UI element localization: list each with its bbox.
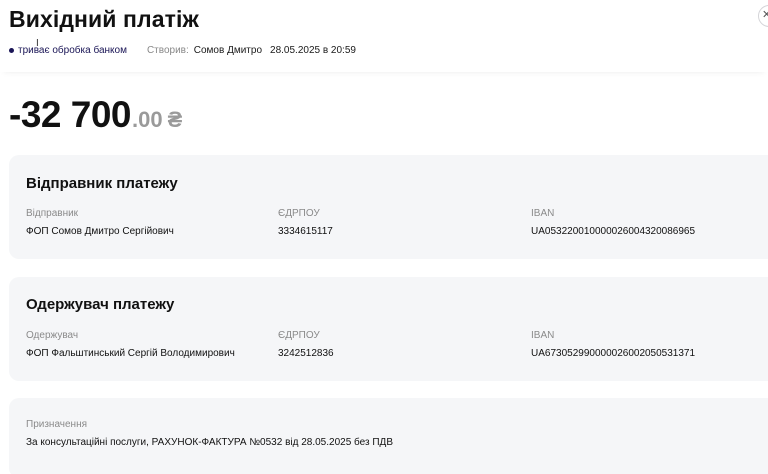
recipient-edrpou: 3242512836 [278,348,334,359]
status-dot-icon [9,47,14,53]
sender-iban: UA053220010000026004320086965 [531,226,696,237]
sender-iban-label: IBAN [531,208,555,219]
purpose-card: Призначення За консультаційні послуги, Р… [9,398,768,474]
sender-name: ФОП Сомов Дмитро Сергійович [26,226,174,237]
sender-edrpou: 3334615117 [278,226,333,237]
created-by-label: Створив: [146,44,189,56]
currency-symbol: ₴ [167,107,183,132]
sender-card: Відправник платежу Відправник ФОП Сомов … [9,155,768,259]
sender-card-title: Відправник платежу [26,175,178,192]
page-header: Вихідний платіж ✕ триває обробка банком … [0,0,768,72]
recipient-card: Одержувач платежу Одержувач ФОП Фальштин… [9,277,768,381]
recipient-edrpou-label: ЄДРПОУ [278,330,320,341]
purpose-text: За консультаційні послуги, РАХУНОК-ФАКТУ… [26,437,393,448]
recipient-card-title: Одержувач платежу [26,296,175,313]
amount-cents: .00 [132,107,163,132]
close-button[interactable]: ✕ [758,5,768,27]
close-icon: ✕ [762,9,768,21]
recipient-iban-label: IBAN [531,330,555,341]
purpose-label: Призначення [26,419,88,430]
status-badge: триває обробка банком [18,44,127,56]
recipient-iban: UA673052990000026002050531371 [531,348,696,359]
recipient-name: ФОП Фальштинський Сергій Володимирович [26,348,235,359]
payment-meta: триває обробка банком Створив: Сомов Дми… [9,43,356,57]
created-by-name: Сомов Дмитро [193,44,263,56]
text-cursor-icon: I [36,38,39,49]
payment-amount: -32 700 .00 ₴ [9,94,182,136]
created-date: 28.05.2025 в 20:59 [270,44,356,56]
amount-integer: -32 700 [9,94,132,135]
sender-edrpou-label: ЄДРПОУ [278,208,320,219]
recipient-name-label: Одержувач [26,330,79,341]
page-title: Вихідний платіж [9,6,199,32]
sender-name-label: Відправник [26,208,79,219]
